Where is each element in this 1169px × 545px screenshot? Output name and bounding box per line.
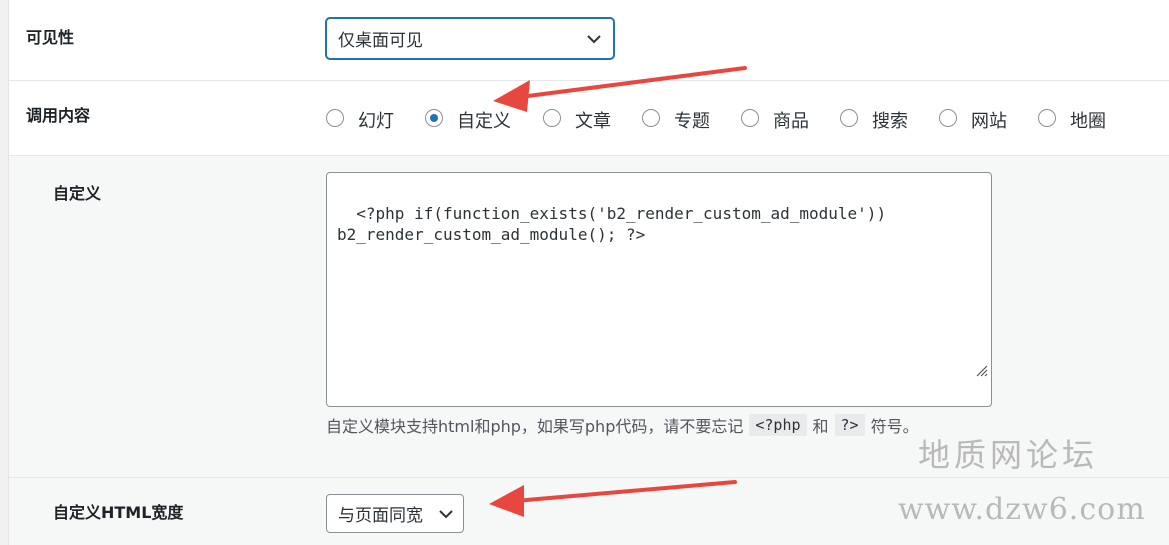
annotation-arrow-icon: [489, 480, 737, 517]
annotation-arrows: [489, 66, 747, 517]
annotation-arrow-icon: [493, 66, 747, 112]
